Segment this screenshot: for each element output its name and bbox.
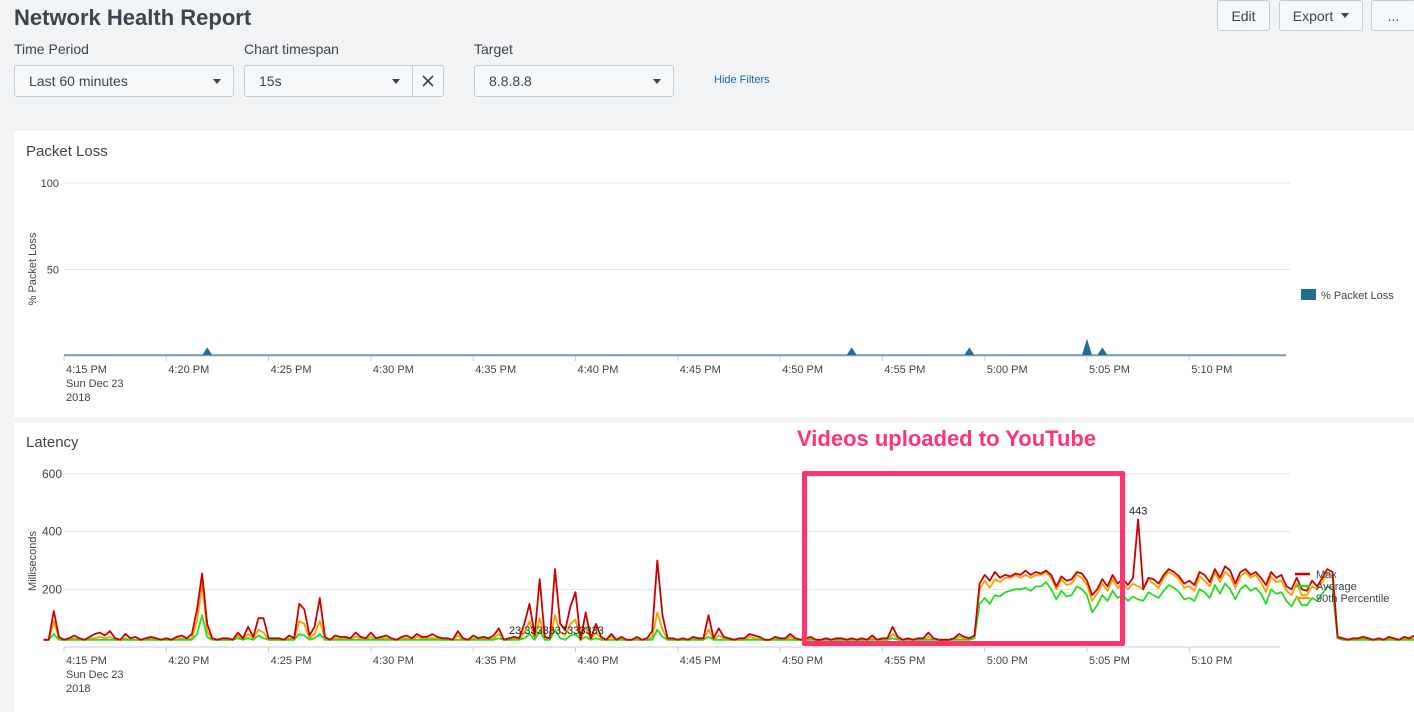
packet-loss-point <box>202 347 213 355</box>
x-tick-label: 4:20 PM <box>168 364 209 376</box>
time-period-label: Time Period <box>14 41 89 57</box>
x-tick-label: 5:05 PM <box>1089 655 1130 667</box>
x-tick-label: 4:50 PM <box>782 364 823 376</box>
page-title: Network Health Report <box>14 5 252 30</box>
x-tick-label: 4:50 PM <box>782 655 823 667</box>
y-tick-label: 100 <box>41 178 59 190</box>
data-label: 443 <box>1129 505 1147 517</box>
packet-loss-point <box>1082 338 1092 355</box>
chevron-down-icon <box>213 79 221 84</box>
data-label: 23.3333333333333 <box>509 625 604 637</box>
chart-timespan-value: 15s <box>259 73 282 89</box>
y-axis-label: % Packet Loss <box>27 232 39 305</box>
legend-swatch <box>1301 289 1316 300</box>
latency-series-line <box>43 581 1414 641</box>
youtube-upload-annotation: Videos uploaded to YouTube <box>797 426 1097 451</box>
x-tick-sublabel: 2018 <box>66 392 90 404</box>
x-tick-label: 4:40 PM <box>578 364 619 376</box>
x-tick-label: 4:45 PM <box>680 364 721 376</box>
chart-timespan-select[interactable]: 15s <box>244 65 413 97</box>
target-label: Target <box>474 41 513 57</box>
y-tick-label: 400 <box>42 525 62 539</box>
x-tick-label: 4:35 PM <box>475 364 516 376</box>
chevron-down-icon <box>1341 13 1350 18</box>
chevron-down-icon <box>653 79 661 84</box>
y-tick-label: 50 <box>47 265 59 277</box>
y-tick-label: 600 <box>42 467 62 481</box>
x-tick-label: 5:10 PM <box>1191 364 1232 376</box>
x-tick-label: 5:00 PM <box>987 655 1028 667</box>
close-icon <box>422 75 434 87</box>
legend-label: 90th Percentile <box>1316 593 1389 605</box>
time-period-value: Last 60 minutes <box>29 73 128 89</box>
packet-loss-chart: 100 50 % Packet Loss 4:15 PM 4:20 PM 4:25 PM 4… <box>27 178 1394 404</box>
target-value: 8.8.8.8 <box>489 73 532 89</box>
x-tick-label: 5:05 PM <box>1089 364 1130 376</box>
annotation-highlight-box <box>802 471 1125 646</box>
legend-label: Average <box>1316 581 1357 593</box>
x-tick-label: 4:25 PM <box>271 364 312 376</box>
legend-label: Max <box>1316 569 1337 581</box>
x-tick-sublabel: Sun Dec 23 <box>66 669 123 681</box>
x-tick-label: 4:55 PM <box>884 655 925 667</box>
chevron-down-icon <box>392 79 400 84</box>
x-tick-label: 4:35 PM <box>475 655 516 667</box>
legend-label: % Packet Loss <box>1321 290 1394 302</box>
x-tick-label: 5:00 PM <box>987 364 1028 376</box>
packet-loss-panel: Packet Loss 100 50% Packet Loss 4:15 PM 4:2… <box>14 131 1414 417</box>
latency-chart: 600 400 200Milliseconds 443 23.3333333333333… <box>27 467 1414 695</box>
x-tick-label: 4:15 PM <box>66 364 107 376</box>
x-tick-label: 4:25 PM <box>271 655 312 667</box>
x-tick-label: 4:15 PM <box>66 655 107 667</box>
edit-button[interactable]: Edit <box>1217 0 1270 31</box>
packet-loss-point <box>846 347 857 355</box>
hide-filters-link[interactable]: Hide Filters <box>714 74 770 86</box>
latency-panel: Latency 600 400 200 Milliseconds 443 23.33333… <box>14 423 1414 712</box>
clear-timespan-button[interactable] <box>412 65 444 97</box>
packet-loss-point <box>1097 347 1108 355</box>
export-label: Export <box>1292 7 1334 24</box>
time-period-select[interactable]: Last 60 minutes <box>14 65 234 97</box>
x-tick-sublabel: Sun Dec 23 <box>66 378 123 390</box>
y-tick-label: 200 <box>42 582 62 596</box>
chart-timespan-label: Chart timespan <box>244 41 339 57</box>
x-tick-label: 4:55 PM <box>884 364 925 376</box>
target-select[interactable]: 8.8.8.8 <box>474 65 674 97</box>
more-button[interactable]: ... <box>1371 0 1414 31</box>
x-tick-label: 4:20 PM <box>168 655 209 667</box>
x-tick-sublabel: 2018 <box>66 683 90 695</box>
x-tick-label: 4:30 PM <box>373 364 414 376</box>
x-tick-label: 4:30 PM <box>373 655 414 667</box>
packet-loss-point <box>964 347 975 355</box>
x-tick-label: 5:10 PM <box>1191 655 1232 667</box>
y-axis-label: Milliseconds <box>27 531 39 591</box>
export-button[interactable]: Export <box>1279 0 1363 31</box>
x-tick-label: 4:40 PM <box>578 655 619 667</box>
latency-series-line <box>43 518 1414 641</box>
x-tick-label: 4:45 PM <box>680 655 721 667</box>
